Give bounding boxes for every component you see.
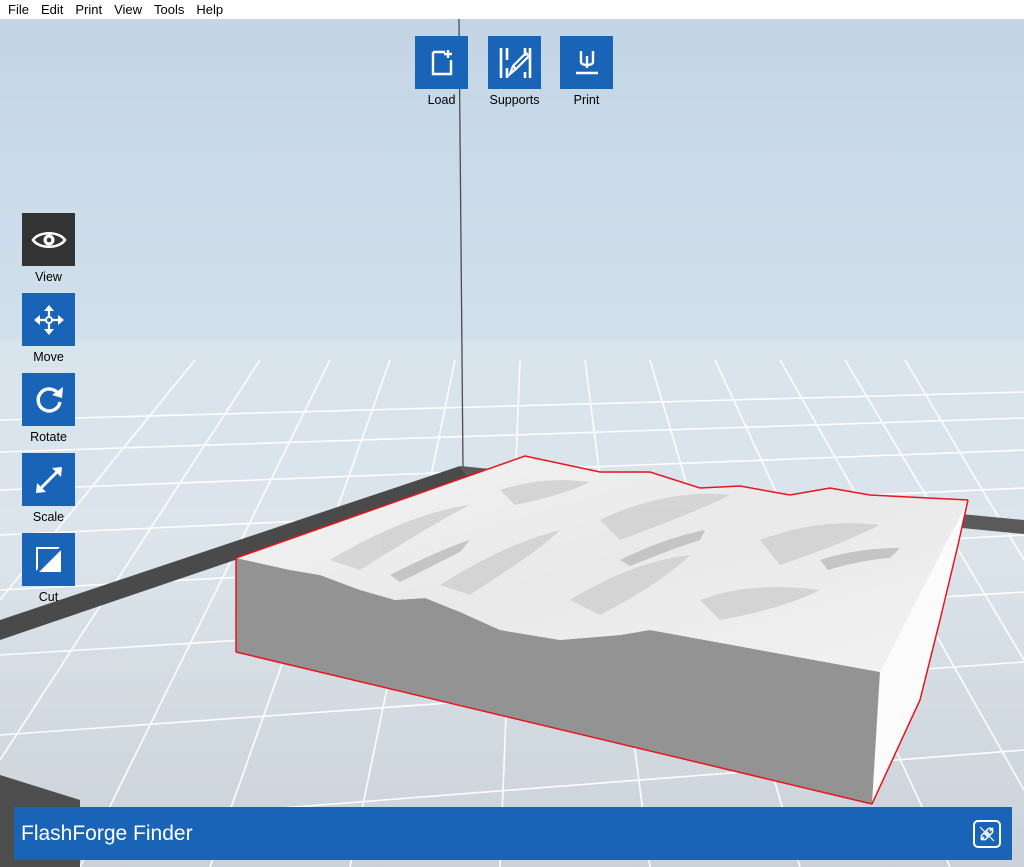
move-tool[interactable]: Move — [22, 293, 75, 364]
cut-label: Cut — [38, 590, 59, 604]
menu-print[interactable]: Print — [68, 0, 107, 19]
move-label: Move — [33, 350, 64, 364]
menu-file[interactable]: File — [0, 0, 34, 19]
printer-status-bar: FlashForge Finder — [14, 807, 1012, 860]
rotate-label: Rotate — [30, 430, 67, 444]
menu-bar: File Edit Print View Tools Help — [0, 0, 1024, 19]
scale-button[interactable] — [22, 453, 75, 506]
menu-view[interactable]: View — [107, 0, 147, 19]
load-label: Load — [427, 93, 456, 107]
scale-diagonal-icon — [35, 466, 62, 493]
move-arrows-icon — [33, 304, 64, 335]
view-button[interactable] — [22, 213, 75, 266]
supports-button[interactable] — [488, 36, 541, 89]
viewport-3d[interactable]: Load Supports Print View Move Rotate Sca… — [0, 19, 1024, 867]
menu-edit[interactable]: Edit — [34, 0, 68, 19]
rotate-button[interactable] — [22, 373, 75, 426]
print-nozzle-icon — [575, 50, 598, 74]
connect-button[interactable] — [973, 819, 1001, 848]
connect-plug-icon — [979, 826, 995, 841]
load-button[interactable] — [415, 36, 468, 89]
menu-help[interactable]: Help — [189, 0, 228, 19]
print-label: Print — [573, 93, 600, 107]
scale-label: Scale — [32, 510, 65, 524]
supports-pencil-icon — [499, 47, 531, 78]
cut-icon — [33, 544, 64, 575]
cut-button[interactable] — [22, 533, 75, 586]
menu-tools[interactable]: Tools — [147, 0, 189, 19]
file-add-icon — [431, 49, 452, 75]
print-tool[interactable]: Print — [560, 36, 613, 107]
scale-tool[interactable]: Scale — [22, 453, 75, 524]
supports-label: Supports — [489, 93, 540, 107]
rotate-icon — [35, 386, 63, 413]
scene-3d[interactable] — [0, 19, 1024, 867]
supports-tool[interactable]: Supports — [488, 36, 541, 107]
cut-tool[interactable]: Cut — [22, 533, 75, 604]
move-button[interactable] — [22, 293, 75, 346]
view-tool[interactable]: View — [22, 213, 75, 284]
print-button[interactable] — [560, 36, 613, 89]
eye-icon — [30, 231, 67, 248]
view-label: View — [35, 270, 62, 284]
printer-name: FlashForge Finder — [21, 821, 193, 845]
load-tool[interactable]: Load — [415, 36, 468, 107]
rotate-tool[interactable]: Rotate — [22, 373, 75, 444]
